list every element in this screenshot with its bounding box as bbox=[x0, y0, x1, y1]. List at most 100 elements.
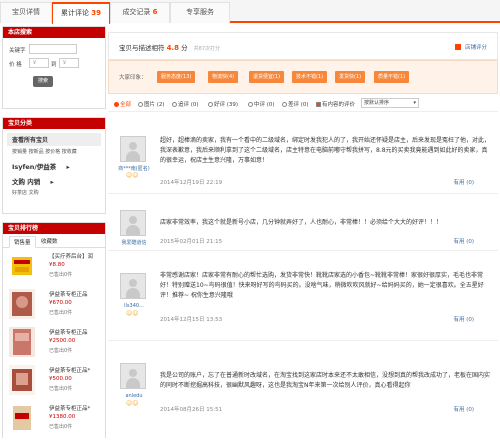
ranking-item[interactable]: 伊益茶专柜正品* ¥500.00 已售出0件 bbox=[3, 362, 105, 400]
radio-icon bbox=[282, 102, 287, 107]
user-name[interactable]: lls340... bbox=[112, 303, 156, 309]
filter-followup[interactable]: 追评 (0) bbox=[172, 100, 199, 108]
impression-tag[interactable]: 退货便宜(1) bbox=[249, 71, 285, 83]
tab-label: 宝贝详情 bbox=[12, 8, 40, 16]
ranking-item[interactable]: 伊益茶专柜正品 ¥670.00 已售出0件 bbox=[3, 286, 105, 324]
impression-tag[interactable]: 服务态度(13) bbox=[157, 71, 196, 83]
product-name[interactable]: 伊益茶专柜正品 bbox=[49, 328, 105, 336]
filter-label: 图片 (2) bbox=[144, 102, 165, 108]
review-text: 我是公司的账户，忘了在普通新时改域名，在淘宝找到这家店时本来还不太敢相信，没想到… bbox=[160, 372, 491, 389]
review-text: 超好，超棒滴的卖家，我有一个看中的二级域名，绑定时发我犯人的了，我开始还怀疑是店… bbox=[160, 137, 491, 164]
useful-button[interactable]: 有用 (0) bbox=[453, 178, 474, 186]
product-price: ¥670.00 bbox=[49, 300, 72, 306]
ranking-item[interactable]: 伊益茶专柜正品* ¥1380.00 已售出0件 bbox=[3, 400, 105, 438]
user-level-badge: ☺☺ bbox=[126, 310, 139, 317]
checkbox-icon bbox=[316, 102, 321, 107]
filter-label: 有内容的评价 bbox=[322, 102, 356, 108]
useful-button[interactable]: 有用 (0) bbox=[453, 237, 474, 245]
panel-title: 本店搜索 bbox=[3, 27, 105, 38]
user-avatar[interactable] bbox=[120, 210, 146, 236]
search-button[interactable]: 搜索 bbox=[33, 76, 53, 87]
product-thumbnail[interactable] bbox=[9, 365, 35, 395]
review-item: 我爱酷道信 店家非常效率，我这个就是新号小店，几分钟就弄好了，人也耐心，非常棒！… bbox=[108, 196, 498, 251]
tab-favorites[interactable]: 收藏数 bbox=[37, 236, 62, 248]
user-name[interactable]: 我爱酷道信 bbox=[112, 239, 156, 246]
product-price: ¥8.80 bbox=[49, 262, 65, 268]
sort-label: 按默认排序 bbox=[364, 100, 390, 106]
product-thumbnail[interactable] bbox=[9, 403, 35, 433]
user-avatar[interactable] bbox=[120, 273, 146, 299]
tab-count: 6 bbox=[152, 8, 158, 16]
shop-rating-label: 店铺评分 bbox=[464, 45, 487, 51]
user-level-badge: ☺☺ bbox=[126, 172, 139, 179]
category-panel: 宝贝分类 查看所有宝贝 按销量 按新品 按价格 按收藏 Isyfen/伊益茶 ▸… bbox=[2, 117, 106, 214]
user-level-badge: ☺☺ bbox=[126, 400, 139, 407]
filter-positive[interactable]: 好评 (39) bbox=[208, 100, 238, 108]
user-name[interactable]: anledu bbox=[112, 393, 156, 399]
product-name[interactable]: 伊益茶专柜正品 bbox=[49, 290, 105, 298]
chevron-down-icon: ▾ bbox=[413, 100, 416, 106]
impression-tag[interactable]: 发货快(1) bbox=[335, 71, 366, 83]
sort-select[interactable]: 按默认排序 ▾ bbox=[361, 98, 419, 108]
product-sold: 已售出0件 bbox=[49, 348, 73, 354]
filter-label: 好评 (39) bbox=[214, 102, 239, 108]
product-name[interactable]: 【买疗养后台】润 bbox=[49, 252, 105, 260]
price-min-input[interactable]: ￥ bbox=[29, 58, 49, 68]
sort-links[interactable]: 按销量 按新品 按价格 按收藏 bbox=[7, 146, 101, 157]
radio-icon bbox=[248, 102, 253, 107]
filter-all[interactable]: 全部 bbox=[114, 100, 131, 108]
impression-tag[interactable]: 技术不错(1) bbox=[292, 71, 328, 83]
impression-tag[interactable]: 物流快(4) bbox=[208, 71, 239, 83]
score-count: 共87次打分 bbox=[193, 46, 221, 52]
shop-rating-link[interactable]: 店铺评分 bbox=[455, 43, 487, 51]
tab-item-details[interactable]: 宝贝详情 bbox=[0, 2, 52, 23]
impression-tag[interactable]: 质量不错(1) bbox=[374, 71, 410, 83]
tab-services[interactable]: 专享服务 bbox=[170, 2, 230, 23]
score-unit: 分 bbox=[181, 44, 188, 52]
score-title: 宝贝与描述相符 bbox=[119, 44, 165, 52]
radio-icon bbox=[114, 102, 119, 107]
product-name[interactable]: 伊益茶专柜正品* bbox=[49, 366, 105, 374]
tab-reviews[interactable]: 累计评论 39 bbox=[52, 2, 110, 24]
price-max-input[interactable]: ￥ bbox=[59, 58, 79, 68]
useful-button[interactable]: 有用 (0) bbox=[453, 315, 474, 323]
keyword-input[interactable] bbox=[29, 44, 77, 54]
category-list: 查看所有宝贝 按销量 按新品 按价格 按收藏 Isyfen/伊益茶 ▸ 文购 内… bbox=[3, 129, 105, 213]
ranking-item[interactable]: 【买疗养后台】润 ¥8.80 已售出0件 bbox=[3, 248, 105, 286]
product-thumbnail[interactable] bbox=[9, 251, 35, 281]
category-group-isyfen[interactable]: Isyfen/伊益茶 ▸ bbox=[7, 157, 101, 172]
detail-tabbar: 宝贝详情 累计评论 39 成交记录 6 专享服务 bbox=[0, 0, 500, 24]
filter-images[interactable]: 图片 (2) bbox=[138, 100, 165, 108]
category-label: Isyfen/伊益茶 bbox=[12, 163, 57, 171]
product-thumbnail[interactable] bbox=[9, 289, 35, 319]
filter-negative[interactable]: 差评 (0) bbox=[282, 100, 309, 108]
all-items-link[interactable]: 查看所有宝贝 bbox=[7, 133, 101, 146]
tab-label: 累计评论 bbox=[61, 9, 89, 17]
filter-neutral[interactable]: 中评 (0) bbox=[248, 100, 275, 108]
product-name[interactable]: 伊益茶专柜正品* bbox=[49, 404, 105, 412]
left-sidebar: 本店搜索 关键字 价 格 ￥ 到 ￥ 搜索 宝贝分类 查看所有宝贝 按销量 按新… bbox=[2, 26, 106, 442]
ranking-item[interactable]: 伊益茶专柜正品 ¥2500.00 已售出0件 bbox=[3, 324, 105, 362]
radio-icon bbox=[172, 102, 177, 107]
category-group-wengou[interactable]: 文购 内销 ▸ bbox=[7, 172, 101, 187]
useful-button[interactable]: 有用 (0) bbox=[453, 405, 474, 413]
filter-with-content[interactable]: 有内容的评价 bbox=[316, 100, 355, 108]
score-summary: 宝贝与描述相符 4.8 分 共87次打分 店铺评分 bbox=[108, 32, 498, 60]
product-price: ¥500.00 bbox=[49, 376, 72, 382]
tab-transactions[interactable]: 成交记录 6 bbox=[110, 2, 170, 23]
impressions-bar: 大家印象： 服务态度(13) 物流快(4) 退货便宜(1) 技术不错(1) 发货… bbox=[108, 60, 498, 94]
radio-icon bbox=[138, 102, 143, 107]
user-name[interactable]: 商***南(匿名) bbox=[112, 165, 156, 172]
review-date: 2014年12月19日 22:19 bbox=[160, 180, 223, 186]
user-avatar[interactable] bbox=[120, 136, 146, 162]
category-sub-links[interactable]: 好茶店 文购 bbox=[7, 187, 101, 198]
review-item: lls340... ☺☺ 非常感谢店家！店家非常有耐心的帮忙选购，发货非常快！靴… bbox=[108, 253, 498, 341]
filter-label: 差评 (0) bbox=[288, 102, 309, 108]
tab-sales[interactable]: 销售量 bbox=[9, 236, 36, 248]
product-thumbnail[interactable] bbox=[9, 327, 35, 357]
price-label: 价 格 bbox=[9, 62, 22, 68]
ranking-tabs: 销售量 收藏数 bbox=[3, 234, 105, 248]
score-value: 4.8 bbox=[166, 44, 179, 52]
radio-icon bbox=[208, 102, 213, 107]
user-avatar[interactable] bbox=[120, 363, 146, 389]
